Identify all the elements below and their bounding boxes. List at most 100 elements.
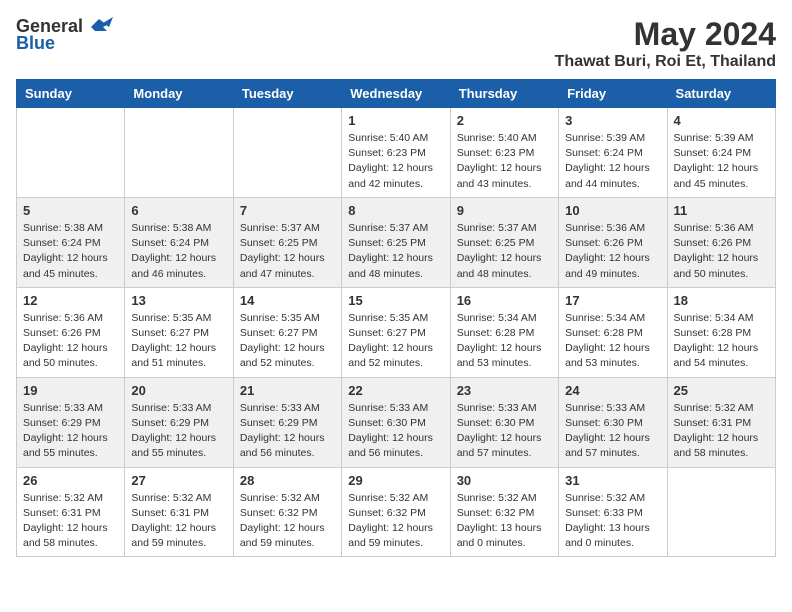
table-row: 27 Sunrise: 5:32 AMSunset: 6:31 PMDayligh… [125, 467, 233, 557]
calendar-table: Sunday Monday Tuesday Wednesday Thursday… [16, 79, 776, 557]
table-row: 24 Sunrise: 5:33 AMSunset: 6:30 PMDayligh… [559, 377, 667, 467]
title-area: May 2024 Thawat Buri, Roi Et, Thailand [555, 16, 776, 71]
day-number: 12 [23, 293, 118, 308]
table-row: 23 Sunrise: 5:33 AMSunset: 6:30 PMDayligh… [450, 377, 558, 467]
day-number: 29 [348, 473, 443, 488]
day-number: 11 [674, 203, 769, 218]
table-row: 12 Sunrise: 5:36 AMSunset: 6:26 PMDayligh… [17, 287, 125, 377]
day-number: 31 [565, 473, 660, 488]
day-number: 9 [457, 203, 552, 218]
day-info: Sunrise: 5:39 AMSunset: 6:24 PMDaylight:… [674, 131, 769, 192]
table-row: 28Sunrise: 5:32 AMSunset: 6:32 PMDayligh… [233, 467, 341, 557]
table-row: 30 Sunrise: 5:32 AMSunset: 6:32 PMDayligh… [450, 467, 558, 557]
day-info: Sunrise: 5:37 AMSunset: 6:25 PMDaylight:… [348, 221, 443, 282]
day-info: Sunrise: 5:33 AMSunset: 6:29 PMDaylight:… [240, 401, 335, 462]
day-number: 16 [457, 293, 552, 308]
table-row: 9 Sunrise: 5:37 AMSunset: 6:25 PMDaylight… [450, 197, 558, 287]
logo: General Blue [16, 16, 113, 54]
table-row: 8 Sunrise: 5:37 AMSunset: 6:25 PMDaylight… [342, 197, 450, 287]
table-row: 17Sunrise: 5:34 AMSunset: 6:28 PMDayligh… [559, 287, 667, 377]
location-title: Thawat Buri, Roi Et, Thailand [555, 53, 776, 71]
table-row: 20Sunrise: 5:33 AMSunset: 6:29 PMDayligh… [125, 377, 233, 467]
calendar-week-row: 5 Sunrise: 5:38 AMSunset: 6:24 PMDaylight… [17, 197, 776, 287]
day-number: 21 [240, 383, 335, 398]
day-number: 22 [348, 383, 443, 398]
day-number: 1 [348, 113, 443, 128]
table-row: 7 Sunrise: 5:37 AMSunset: 6:25 PMDaylight… [233, 197, 341, 287]
day-info: Sunrise: 5:35 AMSunset: 6:27 PMDaylight:… [240, 311, 335, 372]
day-number: 10 [565, 203, 660, 218]
table-row: 3Sunrise: 5:39 AMSunset: 6:24 PMDaylight… [559, 108, 667, 198]
day-info: Sunrise: 5:32 AMSunset: 6:33 PMDaylight:… [565, 491, 660, 552]
day-info: Sunrise: 5:36 AMSunset: 6:26 PMDaylight:… [565, 221, 660, 282]
day-number: 26 [23, 473, 118, 488]
table-row: 26Sunrise: 5:32 AMSunset: 6:31 PMDayligh… [17, 467, 125, 557]
day-info: Sunrise: 5:34 AMSunset: 6:28 PMDaylight:… [457, 311, 552, 372]
day-info: Sunrise: 5:37 AMSunset: 6:25 PMDaylight:… [240, 221, 335, 282]
header-friday: Friday [559, 80, 667, 108]
day-info: Sunrise: 5:36 AMSunset: 6:26 PMDaylight:… [674, 221, 769, 282]
logo-bird-icon [85, 17, 113, 37]
day-info: Sunrise: 5:32 AMSunset: 6:32 PMDaylight:… [457, 491, 552, 552]
day-number: 2 [457, 113, 552, 128]
day-number: 27 [131, 473, 226, 488]
table-row: 1 Sunrise: 5:40 AMSunset: 6:23 PMDaylight… [342, 108, 450, 198]
table-row: 22Sunrise: 5:33 AMSunset: 6:30 PMDayligh… [342, 377, 450, 467]
table-row: 25 Sunrise: 5:32 AMSunset: 6:31 PMDayligh… [667, 377, 775, 467]
page-header: General Blue May 2024 Thawat Buri, Roi E… [16, 16, 776, 71]
table-row: 6 Sunrise: 5:38 AMSunset: 6:24 PMDaylight… [125, 197, 233, 287]
day-info: Sunrise: 5:35 AMSunset: 6:27 PMDaylight:… [348, 311, 443, 372]
table-row: 18 Sunrise: 5:34 AMSunset: 6:28 PMDayligh… [667, 287, 775, 377]
calendar-header-row: Sunday Monday Tuesday Wednesday Thursday… [17, 80, 776, 108]
month-title: May 2024 [555, 16, 776, 53]
day-info: Sunrise: 5:39 AMSunset: 6:24 PMDaylight:… [565, 131, 660, 192]
day-number: 30 [457, 473, 552, 488]
day-number: 14 [240, 293, 335, 308]
day-info: Sunrise: 5:33 AMSunset: 6:29 PMDaylight:… [131, 401, 226, 462]
table-row: 29 Sunrise: 5:32 AMSunset: 6:32 PMDayligh… [342, 467, 450, 557]
calendar-week-row: 19 Sunrise: 5:33 AMSunset: 6:29 PMDayligh… [17, 377, 776, 467]
calendar-week-row: 12 Sunrise: 5:36 AMSunset: 6:26 PMDayligh… [17, 287, 776, 377]
table-row: 16 Sunrise: 5:34 AMSunset: 6:28 PMDayligh… [450, 287, 558, 377]
day-info: Sunrise: 5:38 AMSunset: 6:24 PMDaylight:… [131, 221, 226, 282]
day-info: Sunrise: 5:32 AMSunset: 6:32 PMDaylight:… [348, 491, 443, 552]
day-info: Sunrise: 5:33 AMSunset: 6:30 PMDaylight:… [565, 401, 660, 462]
day-info: Sunrise: 5:33 AMSunset: 6:30 PMDaylight:… [457, 401, 552, 462]
header-tuesday: Tuesday [233, 80, 341, 108]
day-number: 23 [457, 383, 552, 398]
day-info: Sunrise: 5:38 AMSunset: 6:24 PMDaylight:… [23, 221, 118, 282]
day-number: 15 [348, 293, 443, 308]
table-row: 15 Sunrise: 5:35 AMSunset: 6:27 PMDayligh… [342, 287, 450, 377]
day-number: 28 [240, 473, 335, 488]
day-info: Sunrise: 5:32 AMSunset: 6:31 PMDaylight:… [674, 401, 769, 462]
table-row: 4 Sunrise: 5:39 AMSunset: 6:24 PMDaylight… [667, 108, 775, 198]
day-number: 8 [348, 203, 443, 218]
day-number: 5 [23, 203, 118, 218]
header-sunday: Sunday [17, 80, 125, 108]
day-number: 4 [674, 113, 769, 128]
table-row: 31 Sunrise: 5:32 AMSunset: 6:33 PMDayligh… [559, 467, 667, 557]
day-number: 19 [23, 383, 118, 398]
day-number: 6 [131, 203, 226, 218]
day-info: Sunrise: 5:37 AMSunset: 6:25 PMDaylight:… [457, 221, 552, 282]
day-number: 13 [131, 293, 226, 308]
day-info: Sunrise: 5:36 AMSunset: 6:26 PMDaylight:… [23, 311, 118, 372]
day-number: 25 [674, 383, 769, 398]
day-number: 7 [240, 203, 335, 218]
header-wednesday: Wednesday [342, 80, 450, 108]
table-row: 14 Sunrise: 5:35 AMSunset: 6:27 PMDayligh… [233, 287, 341, 377]
day-info: Sunrise: 5:40 AMSunset: 6:23 PMDaylight:… [457, 131, 552, 192]
day-number: 18 [674, 293, 769, 308]
table-row: 10 Sunrise: 5:36 AMSunset: 6:26 PMDayligh… [559, 197, 667, 287]
calendar-week-row: 1 Sunrise: 5:40 AMSunset: 6:23 PMDaylight… [17, 108, 776, 198]
day-number: 24 [565, 383, 660, 398]
day-info: Sunrise: 5:32 AMSunset: 6:31 PMDaylight:… [131, 491, 226, 552]
table-row: 11 Sunrise: 5:36 AMSunset: 6:26 PMDayligh… [667, 197, 775, 287]
day-info: Sunrise: 5:35 AMSunset: 6:27 PMDaylight:… [131, 311, 226, 372]
day-info: Sunrise: 5:40 AMSunset: 6:23 PMDaylight:… [348, 131, 443, 192]
header-thursday: Thursday [450, 80, 558, 108]
table-row [17, 108, 125, 198]
logo-blue-text: Blue [16, 33, 55, 54]
day-info: Sunrise: 5:34 AMSunset: 6:28 PMDaylight:… [674, 311, 769, 372]
table-row [233, 108, 341, 198]
